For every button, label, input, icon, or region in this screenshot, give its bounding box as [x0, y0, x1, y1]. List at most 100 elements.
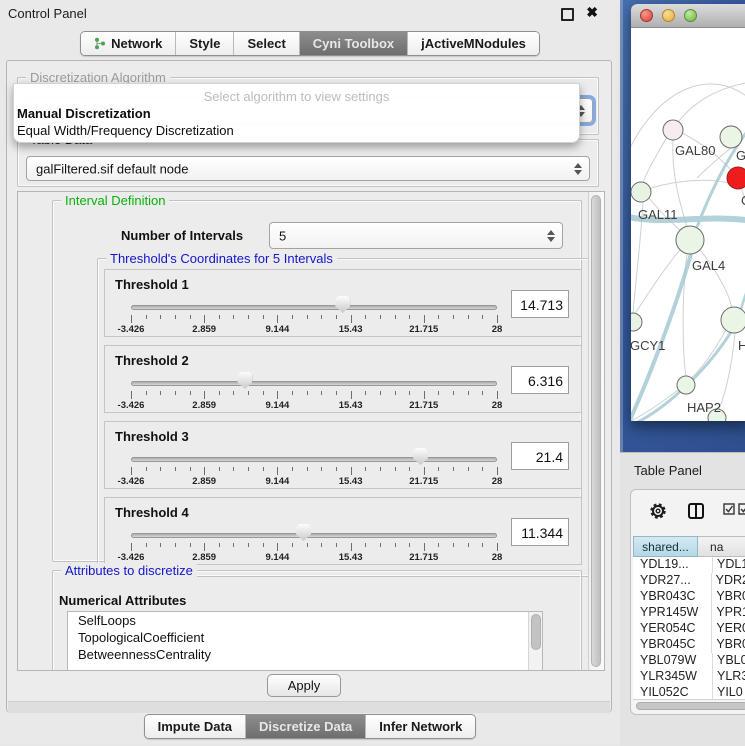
slider-tick [233, 543, 234, 547]
threshold-slider-thumb[interactable] [335, 296, 350, 313]
network-node[interactable] [631, 182, 651, 202]
tab-cyni-toolbox[interactable]: Cyni Toolbox [299, 32, 407, 55]
threshold-slider-thumb[interactable] [237, 372, 252, 389]
apply-button[interactable]: Apply [267, 674, 341, 697]
network-node[interactable] [631, 313, 642, 331]
slider-tick [336, 467, 337, 471]
slider-tick [131, 315, 132, 323]
table-cell-shared-name[interactable]: YIL052C [633, 685, 713, 699]
column-header-shared-name[interactable]: shared... [633, 536, 698, 557]
table-cell-shared-name[interactable]: YBL079W [633, 653, 713, 669]
table-cell-shared-name[interactable]: YPR145W [633, 605, 712, 621]
table-cell-name[interactable]: YLR3 [713, 669, 745, 685]
tab-discretize-data[interactable]: Discretize Data [245, 715, 365, 738]
attribute-list-item[interactable]: TopologicalCoefficient [68, 629, 542, 646]
network-node[interactable] [721, 307, 745, 333]
tab-jactivemnodules[interactable]: jActiveMNodules [407, 32, 539, 55]
threshold-slider-track[interactable] [131, 457, 497, 462]
table-cell-shared-name[interactable]: YDR27... [633, 573, 712, 589]
float-window-icon[interactable] [561, 8, 574, 21]
table-cell-name[interactable]: YDL1 [713, 557, 745, 573]
close-icon[interactable]: ✖ [586, 4, 598, 21]
cyni-toolbox-panel: Discretization Algorithm Select algorith… [6, 60, 612, 712]
threshold-value-field[interactable]: 6.316 [511, 366, 569, 394]
attributes-group: Attributes to discretize Numerical Attri… [52, 570, 582, 671]
split-columns-icon[interactable] [687, 502, 705, 520]
slider-tick [307, 467, 308, 471]
table-cell-shared-name[interactable]: YBR043C [633, 589, 712, 605]
tab-select[interactable]: Select [233, 32, 298, 55]
network-window: GAL80GCGAL11GAL4GCY1HHAP2 [631, 4, 745, 421]
network-node[interactable] [663, 120, 683, 140]
network-node[interactable] [676, 226, 704, 254]
network-node[interactable] [677, 376, 695, 394]
table-row[interactable]: YDR27...YDR2 [633, 573, 745, 589]
table-cell-name[interactable]: YER0 [712, 621, 745, 637]
algorithm-option[interactable]: Manual Discretization [17, 106, 151, 121]
attribute-list-item[interactable]: BetweennessCentrality [68, 646, 542, 663]
slider-tick-label: -3.426 [118, 400, 145, 411]
table-cell-shared-name[interactable]: YER054C [633, 621, 712, 637]
threshold-panel: Threshold 2-3.4262.8599.14415.4321.71528… [104, 345, 582, 413]
slider-tick [482, 467, 483, 471]
zoom-traffic-light-icon[interactable] [684, 9, 697, 22]
threshold-slider-thumb[interactable] [413, 448, 428, 465]
network-node[interactable] [720, 126, 742, 148]
threshold-value-field[interactable]: 14.713 [511, 290, 569, 318]
table-row[interactable]: YLR345WYLR3 [633, 669, 745, 685]
tab-impute-data[interactable]: Impute Data [145, 715, 245, 738]
slider-tick [497, 391, 498, 399]
network-node-label: H [738, 338, 745, 353]
checkbox-filter-icons[interactable] [723, 502, 745, 516]
table-row[interactable]: YBR045CYBR0 [633, 637, 745, 653]
table-row[interactable]: YER054CYER0 [633, 621, 745, 637]
algorithm-option[interactable]: Equal Width/Frequency Discretization [17, 123, 234, 138]
threshold-slider-track[interactable] [131, 305, 497, 310]
settings-vertical-scrollbar[interactable] [588, 192, 604, 670]
threshold-slider-track[interactable] [131, 533, 497, 538]
table-cell-name[interactable]: YBR0 [712, 637, 745, 653]
slider-tick-label: 28 [492, 552, 503, 563]
column-header-name[interactable]: na [698, 536, 745, 557]
table-row[interactable]: YPR145WYPR1 [633, 605, 745, 621]
table-cell-name[interactable]: YPR1 [712, 605, 745, 621]
attributes-list-scrollbar[interactable] [528, 612, 542, 671]
number-of-intervals-combobox[interactable]: 5 [269, 222, 563, 249]
table-horizontal-scrollbar[interactable] [633, 699, 745, 712]
tab-style[interactable]: Style [175, 32, 233, 55]
slider-tick-label: 28 [492, 324, 503, 335]
table-data-combobox[interactable]: galFiltered.sif default node [26, 156, 590, 181]
table-row[interactable]: YBR043CYBR0 [633, 589, 745, 605]
table-cell-name[interactable]: YBR0 [712, 589, 745, 605]
combo-arrows-icon [574, 163, 582, 175]
minimize-traffic-light-icon[interactable] [662, 9, 675, 22]
threshold-value-field[interactable]: 11.344 [511, 518, 569, 546]
slider-tick [424, 391, 425, 399]
table-row[interactable]: YDL19...YDL1 [633, 557, 745, 573]
threshold-slider-thumb[interactable] [296, 524, 311, 541]
network-node[interactable] [727, 167, 745, 189]
slider-tick [468, 391, 469, 395]
network-desktop: GAL80GCGAL11GAL4GCY1HHAP2 [620, 0, 745, 452]
table-cell-name[interactable]: YBL0 [713, 653, 745, 669]
numerical-attributes-list[interactable]: SelfLoopsTopologicalCoefficientBetweenne… [67, 611, 543, 671]
slider-tick [424, 543, 425, 551]
table-row[interactable]: YIL052CYIL0 [633, 685, 745, 699]
table-cell-name[interactable]: YIL0 [713, 685, 743, 699]
tab-network[interactable]: Network [81, 32, 175, 55]
tab-label: jActiveMNodules [421, 36, 526, 51]
attribute-list-item[interactable]: SelfLoops [68, 612, 542, 629]
network-window-titlebar[interactable] [631, 4, 745, 28]
threshold-value-field[interactable]: 21.4 [511, 442, 569, 470]
table-cell-name[interactable]: YDR2 [712, 573, 745, 589]
network-canvas[interactable]: GAL80GCGAL11GAL4GCY1HHAP2 [631, 28, 745, 421]
tab-infer-network[interactable]: Infer Network [365, 715, 475, 738]
table-row[interactable]: YBL079WYBL0 [633, 653, 745, 669]
table-cell-shared-name[interactable]: YBR045C [633, 637, 712, 653]
threshold-slider-track[interactable] [131, 381, 497, 386]
table-cell-shared-name[interactable]: YDL19... [633, 557, 713, 573]
gear-icon[interactable] [649, 502, 667, 520]
close-traffic-light-icon[interactable] [640, 9, 653, 22]
slider-tick [380, 315, 381, 319]
table-cell-shared-name[interactable]: YLR345W [633, 669, 713, 685]
